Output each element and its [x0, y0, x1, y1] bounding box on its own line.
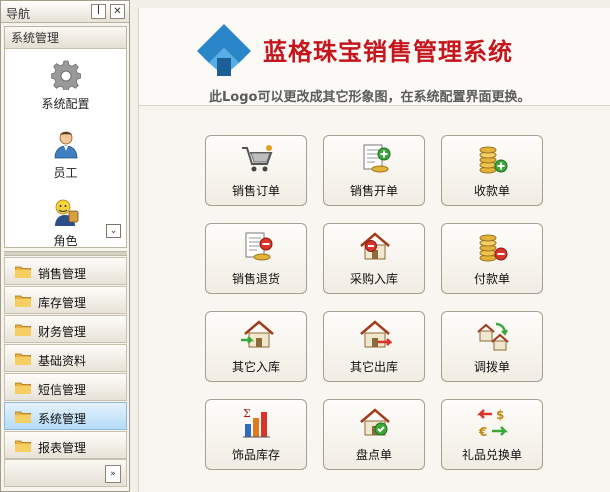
tile-label: 礼品兑换单: [461, 448, 522, 462]
group-reports[interactable]: 报表管理: [4, 431, 127, 459]
role-icon: [55, 199, 79, 226]
group-label: 短信管理: [38, 383, 87, 397]
group-basic-data[interactable]: 基础资料: [4, 344, 127, 372]
tile-label: 采购入库: [349, 272, 398, 286]
tile-purchase-in[interactable]: 采购入库: [323, 223, 425, 294]
folder-icon: [15, 440, 31, 452]
employee-item[interactable]: 员工: [5, 129, 126, 189]
tile-sales-return[interactable]: 销售退货: [205, 223, 307, 294]
nav-title: 导航: [6, 7, 31, 21]
house-remove-icon: [360, 232, 390, 260]
group-label: 系统管理: [38, 412, 87, 426]
folder-icon: [15, 324, 31, 336]
pin-button[interactable]: ꟾ: [91, 4, 106, 19]
group-label: 销售管理: [38, 267, 87, 281]
tile-sales-invoice[interactable]: 销售开单: [323, 135, 425, 206]
transfer-icon: [477, 322, 509, 351]
bar-chart-sigma-icon: Σ: [243, 407, 270, 438]
group-inventory[interactable]: 库存管理: [4, 286, 127, 314]
house-out-icon: [360, 320, 392, 348]
tile-label: 付款单: [473, 272, 510, 286]
tile-label: 其它出库: [349, 360, 398, 374]
pane-splitter[interactable]: [4, 251, 127, 256]
tile-gift-exchange[interactable]: $ € 礼品兑换单: [441, 399, 543, 470]
group-finance[interactable]: 财务管理: [4, 315, 127, 343]
house-check-icon: [360, 408, 390, 436]
currency-exchange-icon: $ €: [476, 408, 509, 439]
sales-doc-add-icon: [363, 144, 391, 173]
group-label: 基础资料: [38, 354, 87, 368]
more-groups-button[interactable]: »: [105, 465, 121, 483]
tile-other-in[interactable]: 其它入库: [205, 311, 307, 382]
tile-sales-order[interactable]: 销售订单: [205, 135, 307, 206]
employee-label: 员工: [53, 166, 78, 180]
tile-label: 盘点单: [355, 448, 392, 462]
tile-transfer[interactable]: 调拨单: [441, 311, 543, 382]
tile-label: 调拨单: [473, 360, 510, 374]
house-in-icon: [241, 320, 274, 348]
folder-icon: [15, 353, 31, 365]
close-button[interactable]: ✕: [110, 4, 125, 19]
user-icon: [54, 131, 78, 159]
sales-doc-remove-icon: [245, 232, 273, 261]
navigation-pane: 导航 ꟾ ✕ 系统管理 系统配置 员工 角色 ⌄ 销售管理 库存管理 财务管理 …: [0, 0, 130, 492]
section-title: 系统管理: [5, 27, 126, 49]
main-panel: 蓝格珠宝销售管理系统 此Logo可以更改成其它形象图，在系统配置界面更换。 销售…: [138, 8, 610, 492]
coins-remove-icon: [479, 234, 508, 262]
svg-text:$: $: [496, 408, 504, 422]
tile-label: 销售开单: [349, 184, 398, 198]
scroll-down-button[interactable]: ⌄: [106, 224, 121, 238]
tile-stocktake[interactable]: 盘点单: [323, 399, 425, 470]
tile-receipt[interactable]: 收款单: [441, 135, 543, 206]
tile-other-out[interactable]: 其它出库: [323, 311, 425, 382]
group-label: 财务管理: [38, 325, 87, 339]
coins-add-icon: [479, 146, 508, 174]
system-config-item[interactable]: 系统配置: [5, 60, 126, 120]
logo-icon: [197, 24, 251, 76]
group-system[interactable]: 系统管理: [4, 402, 127, 430]
shopping-cart-icon: [242, 145, 273, 172]
group-sales[interactable]: 销售管理: [4, 257, 127, 285]
gear-icon: [51, 60, 81, 90]
system-section: 系统管理 系统配置 员工 角色 ⌄: [4, 26, 127, 248]
tile-payment[interactable]: 付款单: [441, 223, 543, 294]
tile-label: 饰品库存: [231, 448, 280, 462]
folder-icon: [15, 266, 31, 278]
tile-label: 销售订单: [231, 184, 280, 198]
tile-label: 收款单: [473, 184, 510, 198]
tile-label: 销售退货: [231, 272, 280, 286]
app-title: 蓝格珠宝销售管理系统: [263, 38, 513, 66]
nav-header: 导航 ꟾ ✕: [1, 1, 129, 23]
group-label: 库存管理: [38, 296, 87, 310]
group-sms[interactable]: 短信管理: [4, 373, 127, 401]
group-label: 报表管理: [38, 441, 87, 455]
folder-icon: [15, 411, 31, 423]
banner-subtitle: 此Logo可以更改成其它形象图，在系统配置界面更换。: [209, 90, 531, 105]
svg-text:Σ: Σ: [243, 407, 251, 420]
folder-icon: [15, 295, 31, 307]
folder-icon: [15, 382, 31, 394]
tile-jewelry-stock[interactable]: Σ 饰品库存: [205, 399, 307, 470]
tile-label: 其它入库: [231, 360, 280, 374]
banner: 蓝格珠宝销售管理系统 此Logo可以更改成其它形象图，在系统配置界面更换。: [139, 8, 610, 106]
svg-text:€: €: [478, 425, 487, 439]
system-config-label: 系统配置: [41, 97, 90, 111]
